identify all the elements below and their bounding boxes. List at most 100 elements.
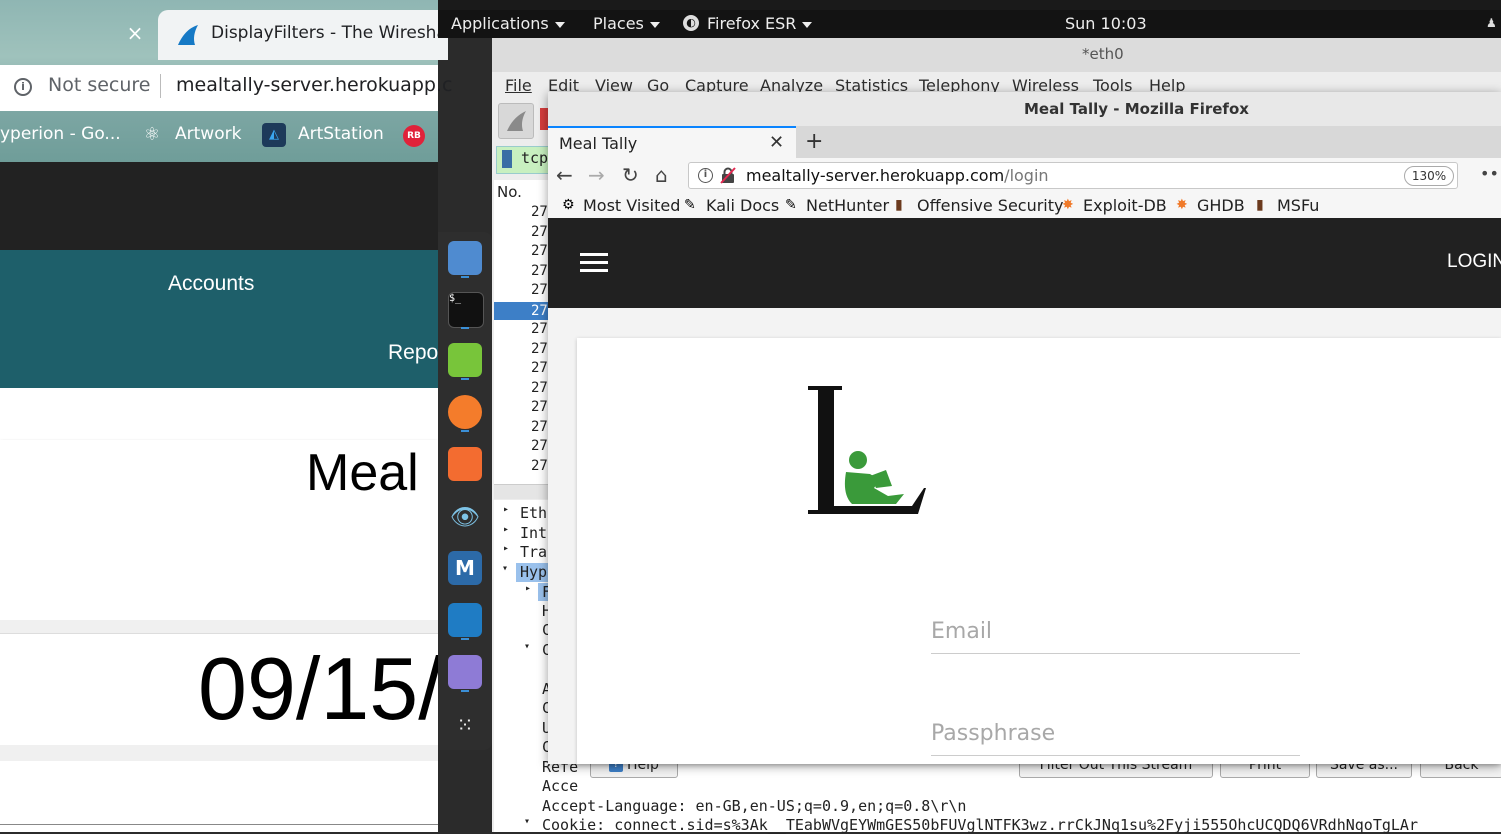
terminal-icon[interactable]: $_ (448, 292, 484, 328)
app-grid-icon[interactable]: ⁙ (448, 708, 482, 742)
expand-arrow-icon[interactable]: ▸ (503, 524, 509, 535)
passphrase-underline (931, 755, 1300, 756)
desktop-edge (438, 0, 1501, 10)
applications-menu[interactable]: Applications (451, 14, 565, 33)
packet-row[interactable]: 27 (531, 380, 548, 396)
packet-row[interactable]: 27 (531, 419, 548, 435)
detail-internet[interactable]: Int (520, 524, 547, 542)
bookmark-offensive-security[interactable]: Offensive Security (917, 196, 1063, 215)
insecure-lock-icon[interactable] (720, 167, 736, 184)
system-status-icon[interactable]: ♟ (1486, 16, 1501, 30)
caret-down-icon (802, 21, 813, 28)
new-tab-icon[interactable]: + (805, 129, 823, 154)
places-menu[interactable]: Places (593, 14, 660, 33)
packet-row[interactable]: 27 (531, 399, 548, 415)
zoom-indicator[interactable]: 130% (1404, 166, 1454, 186)
forward-arrow-icon[interactable]: → (588, 163, 605, 187)
firefox-icon[interactable] (448, 395, 482, 429)
page-actions-icon[interactable]: ••• (1480, 164, 1501, 183)
eye-icon[interactable]: 👁 (448, 500, 482, 534)
packet-row[interactable]: 27 (531, 263, 548, 279)
packet-row-selected[interactable]: 27 (531, 303, 548, 319)
passphrase-field[interactable]: Passphrase (931, 721, 1055, 746)
react-atom-icon: ⚛ (143, 124, 161, 145)
start-capture-button[interactable] (498, 103, 534, 139)
detail-line[interactable]: Acce (542, 777, 578, 795)
app-header (548, 218, 1501, 308)
notes-icon[interactable] (448, 343, 482, 377)
bookmark-most-visited[interactable]: Most Visited (583, 196, 680, 215)
info-icon[interactable]: i (698, 168, 713, 183)
bookmark-exploit-db[interactable]: Exploit-DB (1083, 196, 1167, 215)
detail-cookie[interactable]: Cookie: connect.sid=s%3Ak__TEabWVgEYWmGE… (542, 816, 1418, 834)
wireshark-dock-icon[interactable] (448, 603, 482, 637)
burpsuite-icon[interactable] (448, 447, 482, 481)
expand-arrow-icon[interactable]: ▸ (525, 583, 531, 594)
home-icon[interactable]: ⌂ (655, 163, 668, 187)
column-no[interactable]: No. (497, 183, 522, 201)
menu-file[interactable]: File (505, 76, 532, 95)
clock[interactable]: Sun 10:03 (1065, 14, 1147, 33)
not-secure-label[interactable]: Not secure (48, 74, 151, 96)
detail-ethernet[interactable]: Eth (520, 504, 547, 522)
metasploit-icon[interactable]: M (448, 551, 482, 585)
packet-row[interactable]: 27 (531, 204, 548, 220)
detail-http[interactable]: Hyp (520, 563, 547, 581)
nav-reports[interactable]: Repo (388, 341, 438, 365)
bookmark-msfu[interactable]: MSFu (1277, 196, 1319, 215)
firefox-app-menu[interactable]: Firefox ESR (707, 14, 813, 33)
packet-row[interactable]: 27 (531, 458, 548, 474)
packet-row[interactable]: 27 (531, 282, 548, 298)
reload-icon[interactable]: ↻ (622, 163, 639, 187)
files-icon[interactable] (448, 241, 482, 275)
app-nav (0, 250, 438, 388)
bookmark-icon[interactable] (502, 150, 512, 168)
detail-transport[interactable]: Tra (520, 543, 547, 561)
bookmark-artwork[interactable]: Artwork (175, 124, 241, 144)
artstation-icon: ◭ (262, 123, 286, 147)
exploit-db-icon: ✸ (1062, 197, 1074, 213)
running-indicator (461, 276, 469, 278)
bookmark-nethunter[interactable]: NetHunter (806, 196, 889, 215)
packet-row[interactable]: 27 (531, 321, 548, 337)
expand-arrow-icon[interactable]: ▸ (503, 504, 509, 515)
tab-displayfilters[interactable]: DisplayFilters - The Wireshar (158, 10, 454, 60)
packet-row[interactable]: 27 (531, 224, 548, 240)
horizontal-scrollbar[interactable] (494, 484, 554, 499)
bookmark-hyperion[interactable]: yperion - Go... (0, 124, 121, 144)
offsec-icon: ▮ (895, 197, 903, 213)
shark-fin-icon (507, 111, 526, 131)
expand-arrow-icon[interactable]: ▸ (503, 543, 509, 554)
email-field[interactable]: Email (931, 619, 992, 644)
offsec-icon: ▮ (1256, 197, 1264, 213)
firefox-window-title: Meal Tally - Mozilla Firefox (1024, 100, 1249, 118)
meal-tally-logo (808, 386, 926, 514)
nav-accounts[interactable]: Accounts (168, 272, 254, 296)
packet-row[interactable]: 27 (531, 438, 548, 454)
packet-row[interactable]: 27 (531, 243, 548, 259)
address-text[interactable]: mealtally-server.herokuapp.c (176, 74, 452, 96)
hamburger-menu-icon[interactable] (580, 253, 608, 273)
wireshark-fin-icon (178, 25, 198, 45)
bookmark-artstation[interactable]: ArtStation (298, 124, 384, 144)
back-arrow-icon[interactable]: ← (556, 163, 573, 187)
bookmark-ghdb[interactable]: GHDB (1197, 196, 1245, 215)
kali-dragon-icon: ✎ (684, 197, 696, 213)
info-icon[interactable]: i (14, 78, 32, 96)
packet-row[interactable]: 27 (531, 360, 548, 376)
running-indicator (461, 690, 469, 692)
url-text[interactable]: mealtally-server.herokuapp.com/login (746, 166, 1049, 185)
omnibox-divider (160, 74, 161, 98)
bookmark-kali-docs[interactable]: Kali Docs (706, 196, 779, 215)
collapse-arrow-icon[interactable]: ▾ (524, 641, 530, 652)
login-link[interactable]: LOGIN (1447, 251, 1501, 273)
rb-icon[interactable]: RB (403, 125, 425, 147)
tab-close-icon[interactable]: ✕ (769, 132, 784, 153)
collapse-arrow-icon[interactable]: ▾ (524, 816, 530, 827)
packet-row[interactable]: 27 (531, 341, 548, 357)
tab-close-icon[interactable]: × (124, 22, 146, 44)
collapse-arrow-icon[interactable]: ▾ (502, 563, 508, 574)
detail-accept-language[interactable]: Accept-Language: en-GB,en-US;q=0.9,en;q=… (542, 797, 966, 815)
gear-icon: ⚙ (562, 197, 575, 213)
text-editor-icon[interactable] (448, 655, 482, 689)
